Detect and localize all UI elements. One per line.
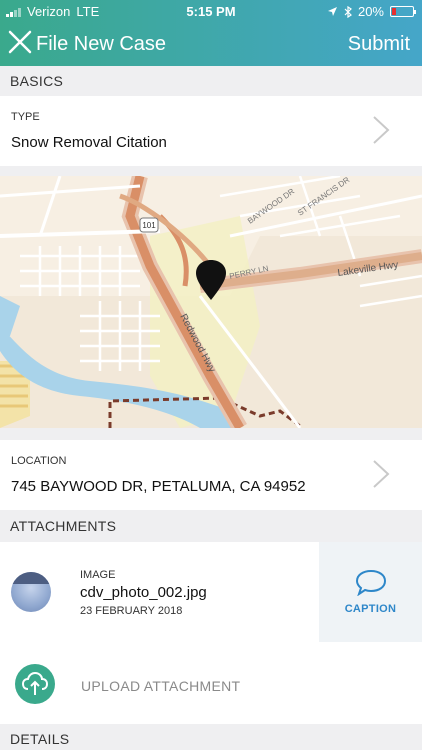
attachment-filename: cdv_photo_002.jpg <box>80 584 207 601</box>
submit-button[interactable]: Submit <box>348 33 410 56</box>
chevron-right-icon <box>373 116 390 144</box>
location-value: 745 BAYWOOD DR, PETALUMA, CA 94952 <box>11 478 306 495</box>
location-row[interactable]: LOCATION 745 BAYWOOD DR, PETALUMA, CA 94… <box>0 440 422 510</box>
battery-icon <box>390 6 416 17</box>
status-right: 20% <box>327 4 416 19</box>
caption-label: CAPTION <box>344 603 397 615</box>
battery-percent: 20% <box>357 4 384 19</box>
close-icon[interactable] <box>6 28 34 56</box>
location-arrow-icon <box>327 7 337 16</box>
page-title: File New Case <box>36 33 167 55</box>
section-header-details: DETAILS <box>0 724 422 750</box>
bluetooth-icon <box>344 5 352 18</box>
section-header-basics: BASICS <box>0 66 422 96</box>
app-header: Verizon LTE 5:15 PM 20% File New Case Su… <box>0 0 422 66</box>
chevron-right-icon <box>373 460 390 488</box>
attachment-thumbnail[interactable] <box>11 572 51 612</box>
type-row[interactable]: TYPE Snow Removal Citation <box>0 96 422 166</box>
location-map[interactable]: 101 Redwood Hwy Lakeville Hwy BAYWOOD DR… <box>0 176 422 428</box>
attachment-type: IMAGE <box>80 569 116 581</box>
nav-bar: File New Case Submit <box>0 26 422 62</box>
type-label: TYPE <box>11 111 40 123</box>
section-header-attachments: ATTACHMENTS <box>0 511 422 541</box>
upload-attachment-button[interactable]: UPLOAD ATTACHMENT <box>0 642 422 724</box>
upload-cloud-icon <box>15 664 55 704</box>
attachment-date: 23 FEBRUARY 2018 <box>80 605 183 617</box>
caption-button[interactable]: CAPTION <box>319 542 422 642</box>
speech-bubble-icon <box>355 569 387 596</box>
type-value: Snow Removal Citation <box>11 134 167 151</box>
map-canvas: 101 Redwood Hwy Lakeville Hwy BAYWOOD DR… <box>0 176 422 428</box>
upload-label: UPLOAD ATTACHMENT <box>81 678 241 694</box>
attachment-item[interactable]: IMAGE cdv_photo_002.jpg 23 FEBRUARY 2018… <box>0 542 422 642</box>
location-label: LOCATION <box>11 455 67 467</box>
map-label-101: 101 <box>142 221 156 230</box>
status-bar: Verizon LTE 5:15 PM 20% <box>0 0 422 22</box>
